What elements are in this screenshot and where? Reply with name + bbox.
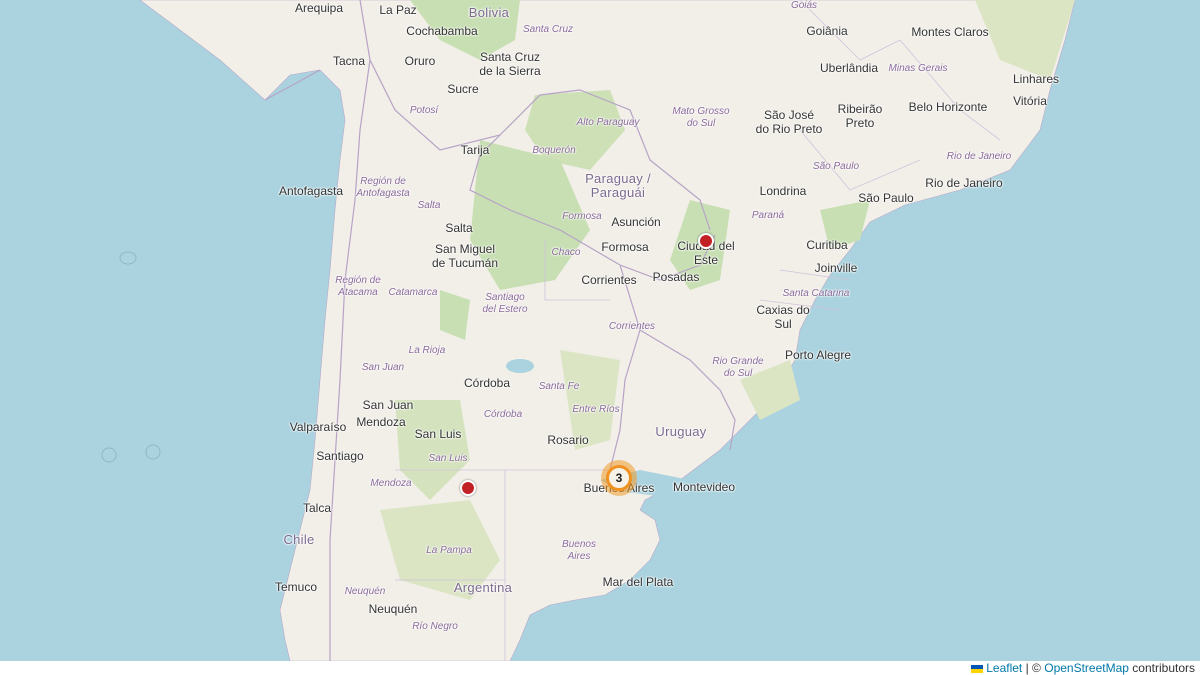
city-label: Asunción bbox=[611, 215, 661, 229]
region-label: Neuquén bbox=[344, 586, 386, 597]
region-label: Río Negro bbox=[412, 621, 458, 632]
label-chile: Chile bbox=[283, 532, 315, 547]
region-label: La Rioja bbox=[408, 345, 446, 356]
region-label: Mato Grosso do Sul bbox=[672, 106, 730, 129]
map-viewport[interactable]: Bolivia Paraguay / Paraguái Uruguay Chil… bbox=[0, 0, 1200, 661]
city-label: Corrientes bbox=[581, 273, 637, 287]
region-label: Córdoba bbox=[483, 409, 523, 420]
city-label: Santiago bbox=[316, 449, 364, 463]
map-marker[interactable] bbox=[698, 233, 714, 249]
region-label: Rio Grande do Sul bbox=[712, 356, 764, 379]
city-label: Joinville bbox=[814, 261, 858, 275]
city-label: Antofagasta bbox=[278, 184, 344, 198]
attribution-control: Leaflet | © OpenStreetMap contributors bbox=[966, 661, 1200, 675]
city-label: Montevideo bbox=[672, 480, 736, 494]
region-label: Rio de Janeiro bbox=[946, 151, 1012, 162]
city-label: Oruro bbox=[404, 54, 436, 68]
city-label: Belo Horizonte bbox=[908, 100, 988, 114]
region-label: Entre Ríos bbox=[572, 404, 620, 415]
city-label: Posadas bbox=[652, 270, 700, 284]
city-label: La Paz bbox=[379, 3, 417, 17]
city-label: San Juan bbox=[362, 398, 414, 412]
city-label: Neuquén bbox=[368, 602, 418, 616]
city-label: San Luis bbox=[414, 427, 462, 441]
openstreetmap-link[interactable]: OpenStreetMap bbox=[1044, 661, 1129, 675]
cluster-count: 3 bbox=[606, 465, 632, 491]
region-label: Salta bbox=[417, 200, 441, 211]
city-label: Córdoba bbox=[463, 376, 511, 390]
region-label: Formosa bbox=[562, 211, 602, 222]
label-paraguay: Paraguay / Paraguái bbox=[585, 171, 651, 200]
city-label: Arequipa bbox=[294, 1, 344, 15]
region-label: São Paulo bbox=[812, 161, 860, 172]
region-label: Potosí bbox=[409, 105, 439, 116]
city-label: São José do Rio Preto bbox=[755, 108, 823, 136]
city-label: Talca bbox=[302, 501, 332, 515]
city-label: Tacna bbox=[332, 54, 366, 68]
region-label: Santa Catarina bbox=[782, 288, 850, 299]
region-label: La Pampa bbox=[426, 545, 472, 556]
city-label: Uberlândia bbox=[819, 61, 879, 75]
region-label: San Luis bbox=[428, 453, 468, 464]
city-label: São Paulo bbox=[858, 191, 914, 205]
city-label: Ribeirão Preto bbox=[837, 102, 883, 130]
region-label: Corrientes bbox=[608, 321, 656, 332]
attribution-suffix: contributors bbox=[1132, 661, 1195, 675]
region-label: Santa Cruz bbox=[522, 24, 574, 35]
region-label: Minas Gerais bbox=[888, 63, 948, 74]
region-label: Alto Paraguay bbox=[576, 117, 640, 128]
city-label: Vitória bbox=[1013, 94, 1047, 108]
region-label: Región de Atacama bbox=[335, 275, 381, 298]
city-label: Santa Cruz de la Sierra bbox=[479, 50, 541, 78]
region-label: Paraná bbox=[751, 210, 785, 221]
city-label: Valparaíso bbox=[289, 420, 347, 434]
region-label: Región de Antofagasta bbox=[356, 176, 410, 199]
map-marker[interactable] bbox=[460, 480, 476, 496]
city-label: Montes Claros bbox=[911, 25, 989, 39]
city-label: Goiânia bbox=[806, 24, 848, 38]
label-bolivia: Bolivia bbox=[468, 5, 510, 20]
city-label: Mar del Plata bbox=[602, 575, 674, 589]
city-label: Rosario bbox=[547, 433, 589, 447]
region-label: San Juan bbox=[361, 362, 405, 373]
ukraine-flag-icon bbox=[971, 664, 984, 673]
city-label: Rio de Janeiro bbox=[925, 176, 1003, 190]
leaflet-link[interactable]: Leaflet bbox=[986, 661, 1022, 675]
city-label: Temuco bbox=[274, 580, 318, 594]
region-label: Santiago del Estero bbox=[482, 292, 528, 315]
city-label: Curitiba bbox=[806, 238, 848, 252]
region-label: Mendoza bbox=[370, 478, 412, 489]
city-label: Cochabamba bbox=[406, 24, 478, 38]
city-label: Salta bbox=[445, 221, 473, 235]
city-label: Mendoza bbox=[356, 415, 406, 429]
region-label: Boquerón bbox=[532, 145, 576, 156]
city-label: Tarija bbox=[460, 143, 490, 157]
attribution-separator: | © bbox=[1025, 661, 1041, 675]
city-label: Caxias do Sul bbox=[756, 303, 810, 331]
city-label: Formosa bbox=[601, 240, 649, 254]
region-label: Catamarca bbox=[388, 287, 438, 298]
city-label: Sucre bbox=[447, 82, 479, 96]
city-label: San Miguel de Tucumán bbox=[431, 242, 499, 270]
city-label: Londrina bbox=[759, 184, 807, 198]
label-uruguay: Uruguay bbox=[655, 424, 707, 439]
marker-cluster[interactable]: 3 bbox=[601, 460, 637, 496]
city-label: Porto Alegre bbox=[784, 348, 852, 362]
region-label: Chaco bbox=[551, 247, 581, 258]
region-label: Goiás bbox=[790, 0, 818, 11]
region-label: Buenos Aires bbox=[562, 539, 596, 562]
region-label: Santa Fe bbox=[538, 381, 580, 392]
label-argentina: Argentina bbox=[453, 580, 513, 595]
city-label: Linhares bbox=[1012, 72, 1060, 86]
